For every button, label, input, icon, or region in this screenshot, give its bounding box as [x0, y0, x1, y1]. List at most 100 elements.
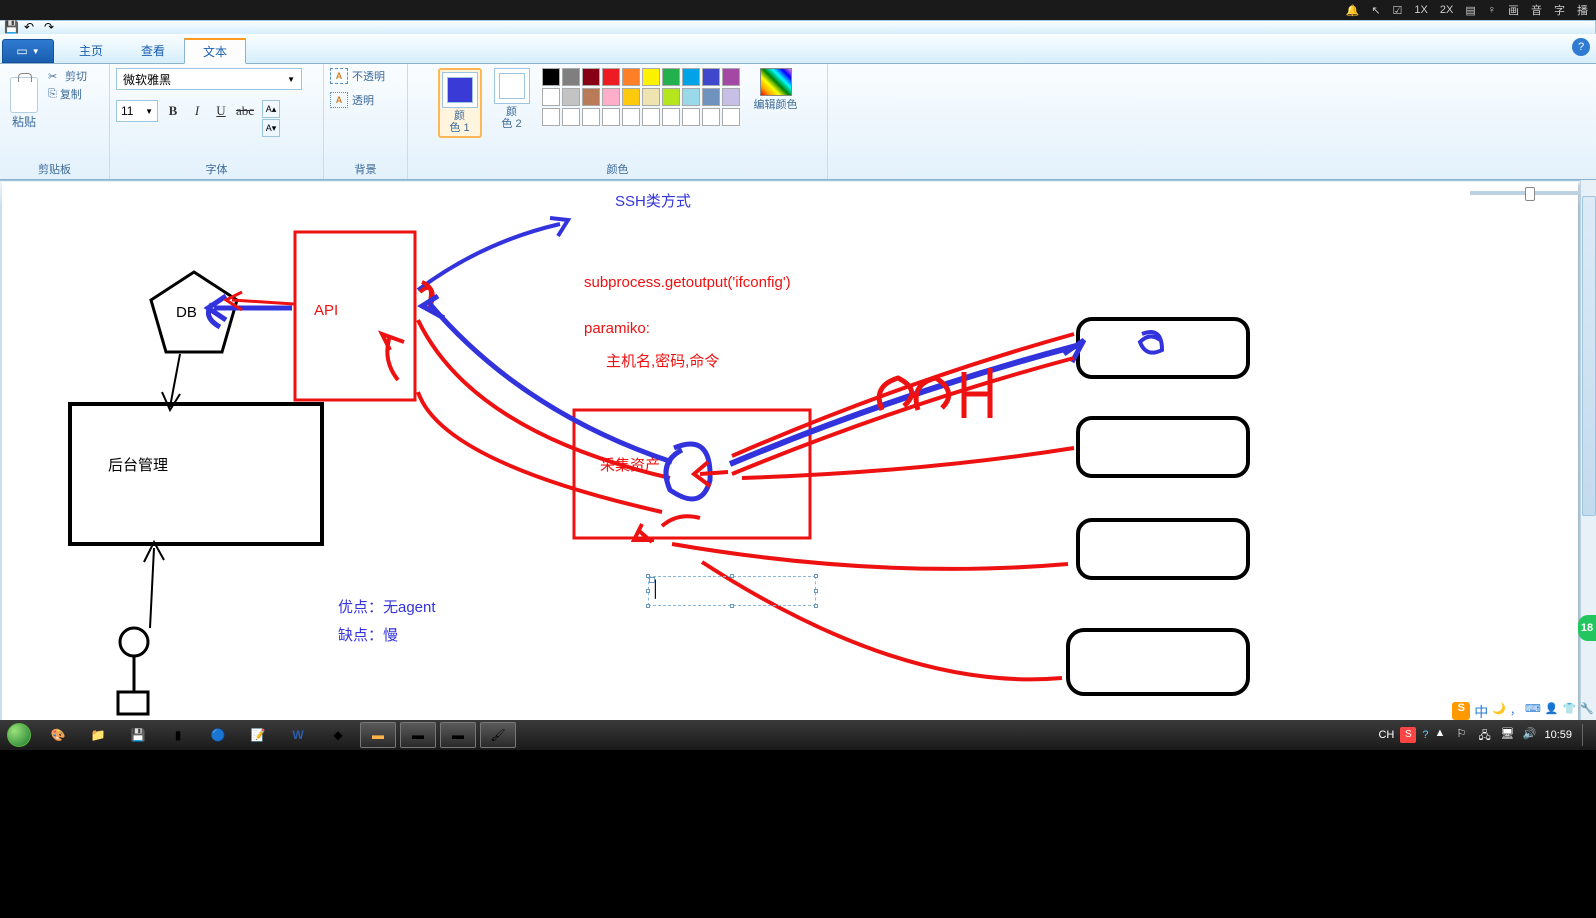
palette-swatch[interactable]	[562, 108, 580, 126]
person-icon[interactable]: 👤	[1545, 702, 1559, 722]
network-icon[interactable]: 🖧	[1478, 727, 1494, 743]
ime-indicator[interactable]: CH	[1378, 729, 1394, 741]
keyboard-icon[interactable]: ⌨	[1525, 702, 1541, 722]
opaque-button[interactable]: A不透明	[330, 68, 385, 84]
task-pycharm[interactable]: ◆	[320, 722, 356, 748]
check-icon[interactable]: ☑	[1393, 4, 1403, 17]
palette-swatch[interactable]	[642, 68, 660, 86]
list-icon[interactable]: ▤	[1465, 4, 1475, 17]
underline-button[interactable]: U	[210, 100, 232, 122]
strikethrough-button[interactable]: abc	[234, 100, 256, 122]
cn-draw[interactable]: 画	[1508, 2, 1519, 18]
task-terminal[interactable]: ▮	[160, 722, 196, 748]
palette-swatch[interactable]	[602, 68, 620, 86]
palette-swatch[interactable]	[582, 88, 600, 106]
cut-button[interactable]: ✂剪切	[48, 68, 87, 84]
palette-swatch[interactable]	[702, 68, 720, 86]
scrollbar-thumb[interactable]	[1582, 196, 1596, 516]
palette-swatch[interactable]	[562, 88, 580, 106]
palette-swatch[interactable]	[642, 108, 660, 126]
palette-swatch[interactable]	[582, 68, 600, 86]
palette-swatch[interactable]	[622, 108, 640, 126]
palette-swatch[interactable]	[722, 108, 740, 126]
bulb-icon[interactable]: ♀	[1488, 4, 1496, 16]
task-paint-active[interactable]: 🖌	[480, 722, 516, 748]
tray-up-icon[interactable]: ▲	[1434, 727, 1450, 743]
tab-text[interactable]: 文本	[184, 38, 246, 64]
bell-icon[interactable]: 🔔	[1346, 4, 1360, 17]
palette-swatch[interactable]	[722, 88, 740, 106]
show-desktop-button[interactable]	[1582, 724, 1590, 746]
shirt-icon[interactable]: 👕	[1563, 702, 1577, 722]
font-name-select[interactable]: 微软雅黑 ▼	[116, 68, 302, 90]
tab-home[interactable]: 主页	[60, 37, 122, 63]
palette-swatch[interactable]	[682, 108, 700, 126]
grow-font-button[interactable]: A▴	[262, 100, 280, 118]
palette-swatch[interactable]	[622, 88, 640, 106]
notification-badge[interactable]: 18	[1578, 615, 1596, 641]
palette-swatch[interactable]	[602, 108, 620, 126]
palette-swatch[interactable]	[542, 88, 560, 106]
help-tray-icon[interactable]: ?	[1422, 729, 1428, 741]
palette-swatch[interactable]	[702, 88, 720, 106]
task-explorer[interactable]: 📁	[80, 722, 116, 748]
tab-view[interactable]: 查看	[122, 37, 184, 63]
paste-button[interactable]: 粘贴	[6, 68, 42, 138]
zoom-2x[interactable]: 2X	[1440, 4, 1453, 16]
shrink-font-button[interactable]: A▾	[262, 119, 280, 137]
arrow-icon[interactable]: ↖	[1371, 4, 1380, 17]
task-paint[interactable]: 🎨	[40, 722, 76, 748]
file-menu-button[interactable]: ▭ ▼	[2, 39, 54, 63]
task-notepad[interactable]: 📝	[240, 722, 276, 748]
task-active3[interactable]: ▬	[440, 722, 476, 748]
cn-play[interactable]: 播	[1577, 2, 1588, 18]
color1-button[interactable]: 颜 色 1	[438, 68, 482, 138]
palette-swatch[interactable]	[542, 108, 560, 126]
cn-sound[interactable]: 音	[1531, 2, 1542, 18]
undo-icon[interactable]: ↶	[24, 20, 38, 34]
task-active2[interactable]: ▬	[400, 722, 436, 748]
scrollbar-vertical[interactable]	[1580, 180, 1596, 734]
font-size-select[interactable]: 11 ▼	[116, 100, 158, 122]
color2-button[interactable]: 颜 色 2	[494, 68, 530, 130]
edit-colors-button[interactable]: 编辑颜色	[754, 68, 798, 112]
bold-button[interactable]: B	[162, 100, 184, 122]
palette-swatch[interactable]	[602, 88, 620, 106]
palette-swatch[interactable]	[662, 68, 680, 86]
redo-icon[interactable]: ↷	[44, 20, 58, 34]
clock[interactable]: 10:59	[1544, 729, 1572, 741]
transparent-button[interactable]: A透明	[330, 92, 374, 108]
wrench-icon[interactable]: 🔧	[1580, 702, 1594, 722]
palette-swatch[interactable]	[642, 88, 660, 106]
sogou-icon[interactable]: S	[1452, 702, 1470, 720]
palette-swatch[interactable]	[662, 88, 680, 106]
task-active1[interactable]: ▬	[360, 722, 396, 748]
save-icon[interactable]: 💾	[4, 20, 18, 34]
palette-swatch[interactable]	[682, 88, 700, 106]
palette-swatch[interactable]	[542, 68, 560, 86]
comma-icon[interactable]: ，	[1510, 702, 1521, 722]
ime-cn[interactable]: 中	[1474, 702, 1488, 722]
sogou-tray-icon[interactable]: S	[1400, 727, 1416, 743]
monitor-icon[interactable]: 🖥	[1500, 727, 1516, 743]
zoom-slider[interactable]	[1470, 191, 1580, 195]
palette-swatch[interactable]	[622, 68, 640, 86]
flag-icon[interactable]: ⚐	[1456, 727, 1472, 743]
zoom-1x[interactable]: 1X	[1414, 4, 1427, 16]
palette-swatch[interactable]	[682, 68, 700, 86]
copy-button[interactable]: ⎘复制	[48, 86, 87, 102]
palette-swatch[interactable]	[582, 108, 600, 126]
palette-swatch[interactable]	[562, 68, 580, 86]
task-chrome[interactable]: 🔵	[200, 722, 236, 748]
text-insertion-box[interactable]: │	[648, 576, 816, 606]
canvas[interactable]: SSH类方式 subprocess.getoutput('ifconfig') …	[2, 182, 1578, 734]
start-button[interactable]	[0, 720, 38, 750]
task-word[interactable]: W	[280, 722, 316, 748]
cn-text[interactable]: 字	[1554, 2, 1565, 18]
moon-icon[interactable]: 🌙	[1492, 702, 1506, 722]
help-button[interactable]: ?	[1572, 38, 1590, 56]
task-save[interactable]: 💾	[120, 722, 156, 748]
volume-icon[interactable]: 🔊	[1522, 727, 1538, 743]
palette-swatch[interactable]	[702, 108, 720, 126]
palette-swatch[interactable]	[662, 108, 680, 126]
